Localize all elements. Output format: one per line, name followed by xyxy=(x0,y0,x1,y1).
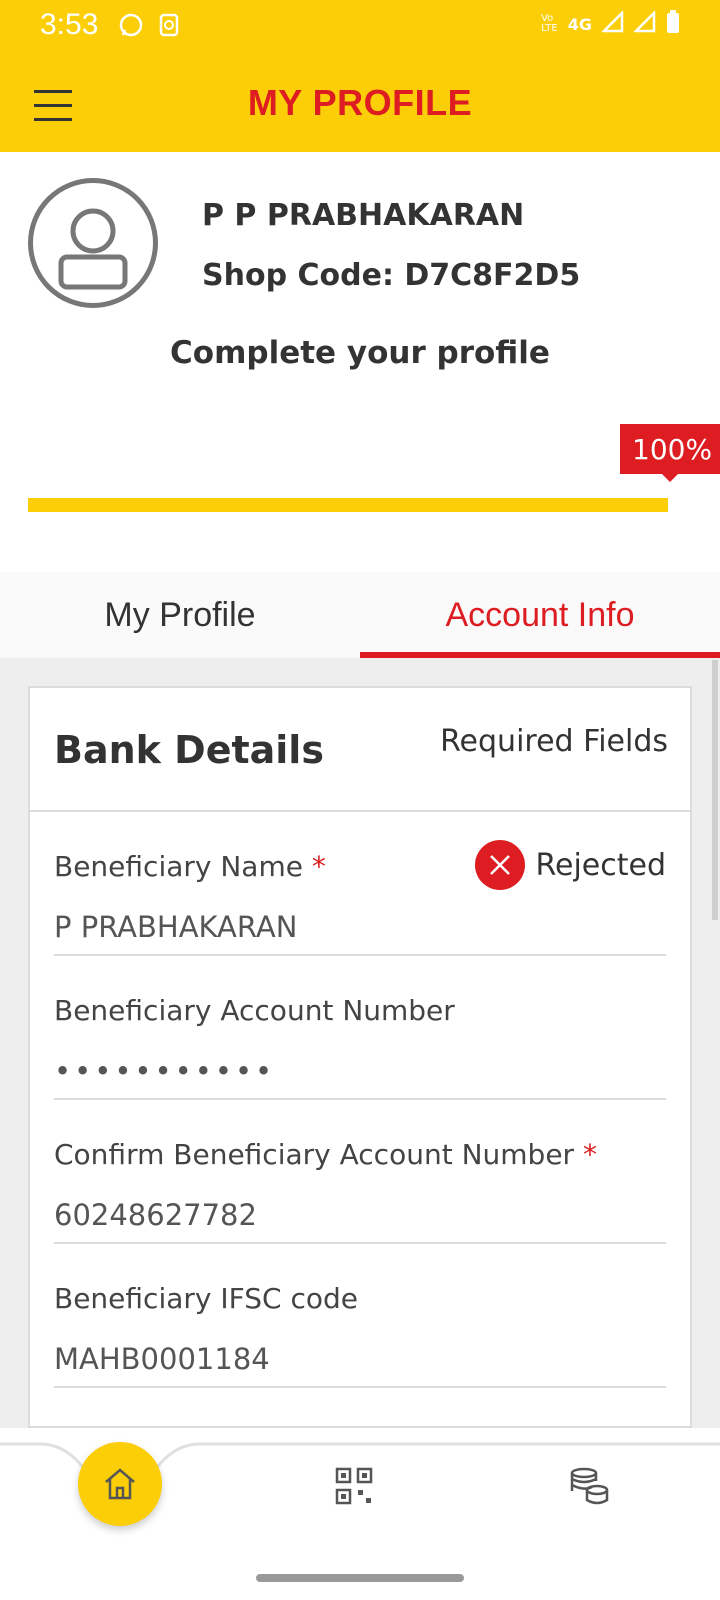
volte-icon: Vo LTE xyxy=(541,13,558,34)
field-label: Beneficiary Name * xyxy=(54,850,326,883)
shop-code: Shop Code: D7C8F2D5 xyxy=(202,258,581,293)
field-value: 60248627782 xyxy=(54,1198,257,1232)
home-icon xyxy=(105,1468,135,1500)
profile-progress-bar xyxy=(28,498,668,512)
tab-account-info[interactable]: Account Info xyxy=(360,572,720,658)
field-label: Confirm Beneficiary Account Number * xyxy=(54,1138,597,1171)
completion-badge-pointer xyxy=(660,472,680,482)
home-button[interactable] xyxy=(78,1442,162,1526)
field-value: P PRABHAKARAN xyxy=(54,910,298,944)
field-value: MAHB0001184 xyxy=(54,1342,270,1376)
card-title: Bank Details xyxy=(54,728,324,772)
confirm-account-number-field[interactable]: Confirm Beneficiary Account Number * 602… xyxy=(54,1100,666,1244)
close-icon xyxy=(475,840,526,890)
scrollbar[interactable] xyxy=(712,660,718,920)
app-notification-icon xyxy=(158,12,180,42)
completion-badge: 100% xyxy=(620,424,720,474)
field-label: Beneficiary Account Number xyxy=(54,994,455,1027)
coins-icon xyxy=(570,1467,609,1505)
status-notification-icons xyxy=(118,12,180,42)
signal-icon-2 xyxy=(632,9,656,37)
home-indicator xyxy=(256,1574,464,1582)
status-label: Rejected xyxy=(535,847,666,883)
avatar-icon[interactable] xyxy=(28,178,158,308)
network-type: 4G xyxy=(567,14,592,34)
page-title: MY PROFILE xyxy=(247,82,473,123)
complete-profile-text: Complete your profile xyxy=(170,335,550,371)
ifsc-code-field[interactable]: Beneficiary IFSC code MAHB0001184 xyxy=(54,1244,666,1388)
battery-icon xyxy=(666,10,680,38)
qr-code-icon xyxy=(335,1467,373,1505)
qr-code-button[interactable] xyxy=(334,1466,374,1506)
field-value: ••••••••••• xyxy=(54,1054,276,1088)
whatsapp-icon xyxy=(118,12,144,42)
status-right-icons: Vo LTE 4G xyxy=(541,9,680,38)
signal-icon xyxy=(600,9,624,37)
rewards-button[interactable] xyxy=(568,1466,610,1506)
status-time: 3:53 xyxy=(40,8,99,41)
field-label: Beneficiary IFSC code xyxy=(54,1282,358,1315)
required-fields-label: Required Fields xyxy=(440,724,668,759)
bank-details-card: Bank Details Required Fields Beneficiary… xyxy=(28,686,692,1428)
progress-fill xyxy=(28,498,668,512)
card-header: Bank Details Required Fields xyxy=(30,688,690,812)
tab-my-profile[interactable]: My Profile xyxy=(0,572,360,658)
app-bar: MY PROFILE xyxy=(0,52,720,152)
user-name: P P PRABHAKARAN xyxy=(202,198,525,233)
account-number-field[interactable]: Beneficiary Account Number ••••••••••• xyxy=(54,956,666,1100)
beneficiary-name-field[interactable]: Beneficiary Name * P PRABHAKARAN Rejecte… xyxy=(54,812,666,956)
status-bar: 3:53 Vo LTE 4G xyxy=(0,0,720,52)
rejected-status: Rejected xyxy=(475,840,666,890)
tab-bar: My Profile Account Info xyxy=(0,572,720,658)
